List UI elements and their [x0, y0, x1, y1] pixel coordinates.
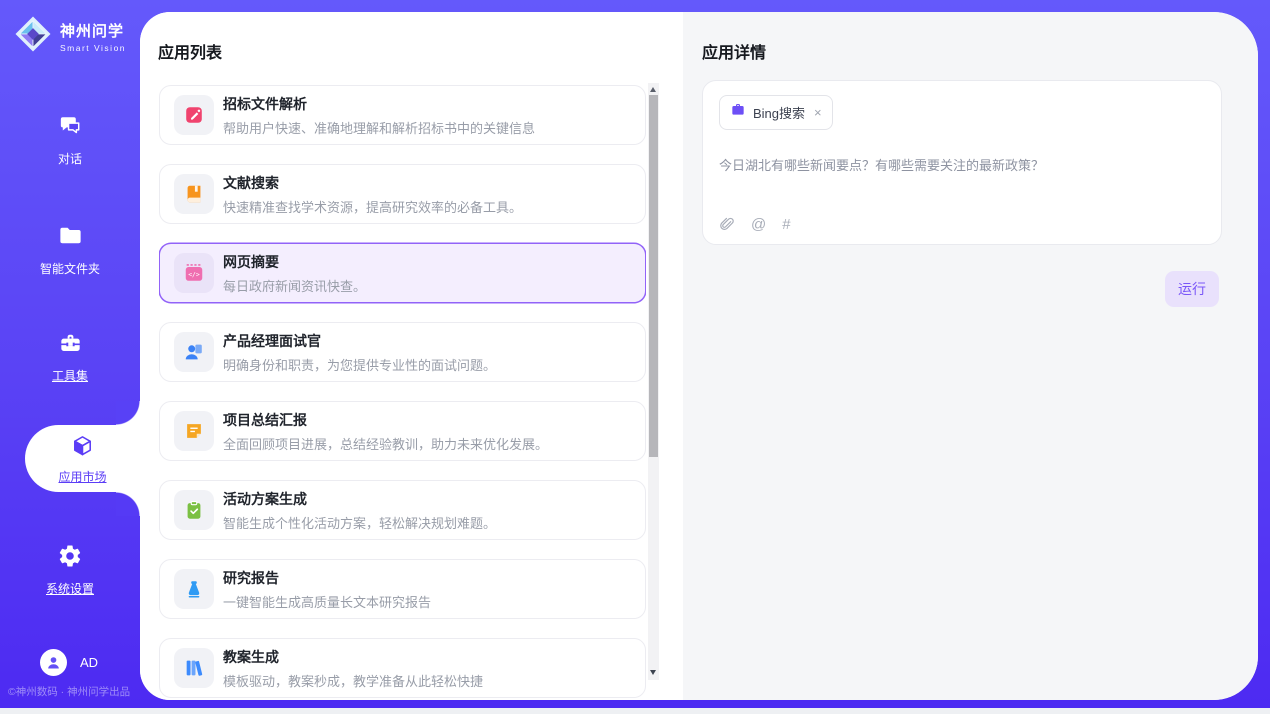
chip-close-button[interactable]: ×: [814, 106, 822, 119]
sidebar-item-label: 应用市场: [58, 468, 106, 485]
attachment-icon[interactable]: [719, 216, 735, 232]
app-card-description: 快速精准查找学术资源，提高研究效率的必备工具。: [223, 197, 522, 216]
mention-icon[interactable]: @: [751, 217, 766, 232]
literature-search-icon: [174, 174, 214, 214]
sidebar-item-label: 对话: [0, 150, 140, 167]
tool-chip-bing-search[interactable]: Bing搜索 ×: [719, 95, 833, 130]
app-card[interactable]: 招标文件解析 帮助用户快速、准确地理解和解析招标书中的关键信息: [159, 85, 646, 145]
research-report-icon: [174, 569, 214, 609]
scroll-up-arrow-icon[interactable]: [650, 87, 656, 92]
sidebar-item-label: 系统设置: [0, 580, 140, 597]
run-row: 运行: [1165, 271, 1219, 307]
app-card-description: 一键智能生成高质量长文本研究报告: [223, 592, 431, 611]
topic-icon[interactable]: #: [782, 217, 790, 232]
avatar: [40, 649, 67, 676]
sidebar-item-toolset[interactable]: 工具集: [0, 329, 140, 384]
app-card[interactable]: 项目总结汇报 全面回顾项目进展，总结经验教训，助力未来优化发展。: [159, 401, 646, 461]
gear-icon: [57, 556, 83, 573]
webpage-summary-icon: </>: [174, 253, 214, 293]
app-list-title: 应用列表: [158, 39, 222, 63]
user-account[interactable]: AD: [40, 649, 98, 676]
composer-toolbar: @ #: [719, 216, 1205, 232]
tool-chip-label: Bing搜索: [753, 103, 805, 122]
app-card-title: 产品经理面试官: [223, 331, 496, 351]
logo-title: 神州问学: [60, 20, 126, 41]
app-detail-panel: 应用详情 Bing搜索 × 今日湖北有哪些新闻要点？有哪些需要关注的最新政策？: [683, 12, 1258, 700]
app-card[interactable]: 产品经理面试官 明确身份和职责，为您提供专业性的面试问题。: [159, 322, 646, 382]
app-card-description: 明确身份和职责，为您提供专业性的面试问题。: [223, 355, 496, 374]
app-card[interactable]: </> 网页摘要 每日政府新闻资讯快查。: [159, 243, 646, 303]
interviewer-icon: [174, 332, 214, 372]
user-label: AD: [80, 655, 98, 670]
main-surface: 应用列表 招标文件解析 帮助用户快速、准确地理解和解析招标书中的关键信息 文献搜…: [140, 12, 1258, 700]
run-button[interactable]: 运行: [1165, 271, 1219, 307]
app-card[interactable]: 文献搜索 快速精准查找学术资源，提高研究效率的必备工具。: [159, 164, 646, 224]
app-card-description: 帮助用户快速、准确地理解和解析招标书中的关键信息: [223, 118, 535, 137]
active-tab-curve-top: [116, 401, 140, 425]
cube-icon: [69, 433, 96, 465]
app-card-description: 模板驱动，教案秒成，教学准备从此轻松快捷: [223, 671, 483, 690]
sidebar-item-smart-folders[interactable]: 智能文件夹: [0, 222, 140, 277]
logo: 神州问学 Smart Vision: [13, 14, 126, 59]
query-input[interactable]: 今日湖北有哪些新闻要点？有哪些需要关注的最新政策？: [719, 155, 1205, 174]
sidebar-item-app-market-active[interactable]: 应用市场: [25, 425, 140, 492]
app-card-title: 文献搜索: [223, 173, 522, 193]
app-card[interactable]: 活动方案生成 智能生成个性化活动方案，轻松解决规划难题。: [159, 480, 646, 540]
active-tab-curve-bottom: [116, 492, 140, 516]
app-card-description: 全面回顾项目进展，总结经验教训，助力未来优化发展。: [223, 434, 548, 453]
briefcase-icon: [730, 102, 746, 123]
app-card-title: 项目总结汇报: [223, 410, 548, 430]
copyright-text: ©神州数码 · 神州问学出品: [8, 684, 142, 699]
sidebar-item-chat[interactable]: 对话: [0, 112, 140, 167]
app-card-title: 招标文件解析: [223, 94, 535, 114]
sidebar: 神州问学 Smart Vision 对话 智能文件夹: [0, 0, 140, 708]
svg-text:</>: </>: [188, 270, 200, 278]
app-card[interactable]: 教案生成 模板驱动，教案秒成，教学准备从此轻松快捷: [159, 638, 646, 698]
logo-subtitle: Smart Vision: [60, 43, 126, 53]
scrollbar-thumb[interactable]: [649, 95, 658, 457]
sidebar-item-label: 工具集: [0, 367, 140, 384]
app-card[interactable]: 研究报告 一键智能生成高质量长文本研究报告: [159, 559, 646, 619]
app-card-title: 教案生成: [223, 647, 483, 667]
event-plan-icon: [174, 490, 214, 530]
scroll-down-arrow-icon[interactable]: [650, 670, 656, 675]
diamond-logo-icon: [13, 14, 53, 59]
app-window: 神州问学 Smart Vision 对话 智能文件夹: [0, 0, 1270, 708]
app-card-title: 网页摘要: [223, 252, 366, 272]
sidebar-item-settings[interactable]: 系统设置: [0, 543, 140, 597]
project-summary-icon: [174, 411, 214, 451]
toolbox-icon: [57, 343, 84, 360]
sidebar-item-label: 智能文件夹: [0, 260, 140, 277]
app-detail-title: 应用详情: [702, 39, 766, 63]
app-card-description: 智能生成个性化活动方案，轻松解决规划难题。: [223, 513, 496, 532]
app-card-title: 研究报告: [223, 568, 431, 588]
app-card-list: 招标文件解析 帮助用户快速、准确地理解和解析招标书中的关键信息 文献搜索 快速精…: [159, 85, 646, 700]
app-card-description: 每日政府新闻资讯快查。: [223, 276, 366, 295]
bid-document-icon: [174, 95, 214, 135]
folder-icon: [57, 236, 84, 253]
app-list-panel: 应用列表 招标文件解析 帮助用户快速、准确地理解和解析招标书中的关键信息 文献搜…: [140, 12, 683, 700]
app-card-title: 活动方案生成: [223, 489, 496, 509]
chat-icon: [57, 126, 84, 143]
scrollbar[interactable]: [648, 83, 659, 680]
prompt-composer: Bing搜索 × 今日湖北有哪些新闻要点？有哪些需要关注的最新政策？ @ #: [702, 80, 1222, 245]
lesson-plan-icon: [174, 648, 214, 688]
